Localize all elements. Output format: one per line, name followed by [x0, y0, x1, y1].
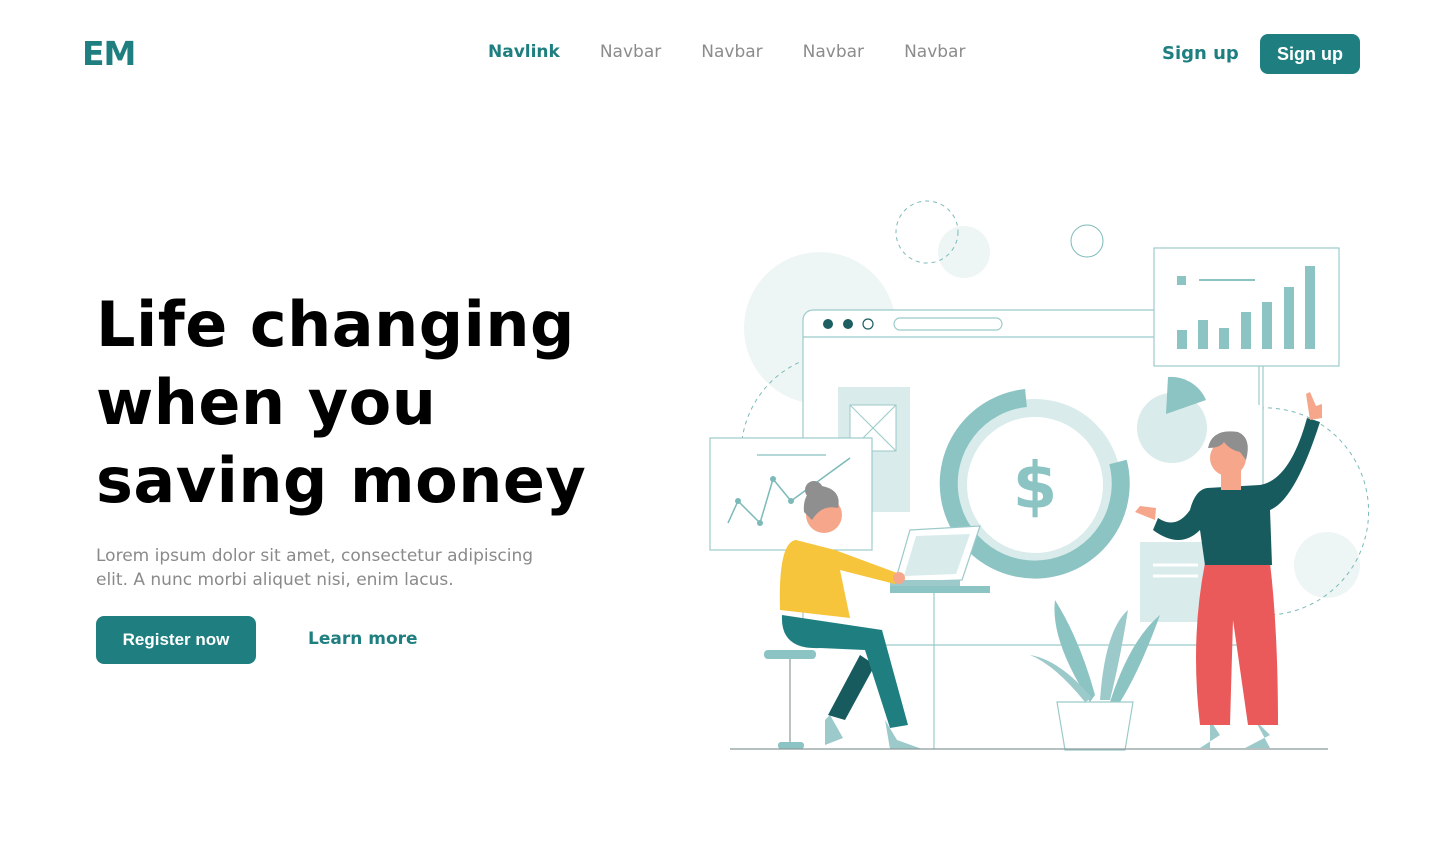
- decor-circle: [938, 226, 990, 278]
- nav-link-2[interactable]: Navbar: [600, 42, 661, 62]
- decor-circle: [1294, 532, 1360, 598]
- dollar-sign-icon: $: [1013, 450, 1058, 524]
- nav-link-3[interactable]: Navbar: [701, 42, 762, 62]
- nav-link-1[interactable]: Navlink: [488, 42, 560, 62]
- signup-button[interactable]: Sign up: [1260, 34, 1360, 74]
- logo[interactable]: EM: [82, 34, 136, 73]
- hero-description: Lorem ipsum dolor sit amet, consectetur …: [96, 546, 534, 590]
- signup-link[interactable]: Sign up: [1162, 43, 1239, 64]
- hero-title: Life changing when you saving money: [96, 288, 587, 517]
- nav-link-5[interactable]: Navbar: [904, 42, 965, 62]
- hero-illustration: $: [709, 200, 1370, 751]
- main-nav: Navlink Navbar Navbar Navbar Navbar: [488, 42, 1005, 62]
- learn-more-link[interactable]: Learn more: [308, 629, 418, 649]
- decor-circle: [1070, 224, 1104, 258]
- line-chart-card: [709, 437, 873, 551]
- nav-link-4[interactable]: Navbar: [803, 42, 864, 62]
- stool: [764, 650, 816, 749]
- register-button[interactable]: Register now: [96, 616, 256, 664]
